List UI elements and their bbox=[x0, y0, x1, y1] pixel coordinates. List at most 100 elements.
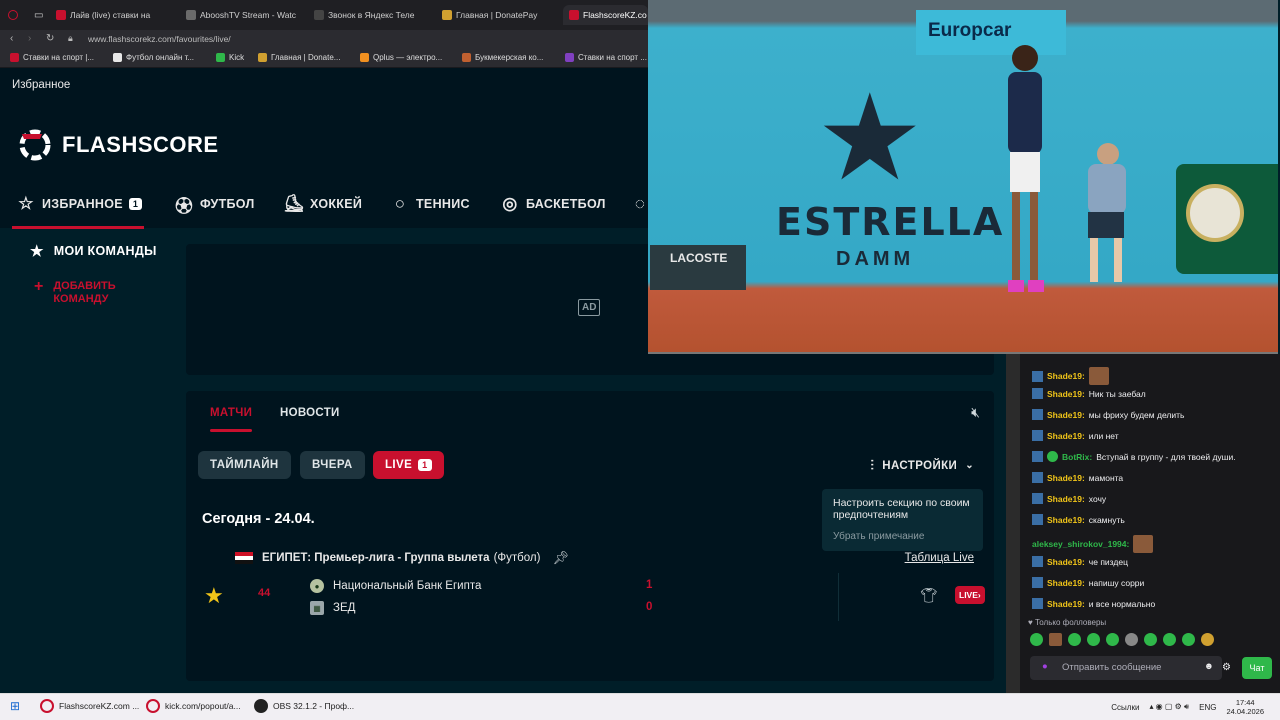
stream-video[interactable]: Europcar ★ ESTRELLA DAMM LACOSTE bbox=[648, 0, 1278, 354]
favorite-star-icon[interactable]: ★ bbox=[204, 583, 224, 609]
my-teams-heading[interactable]: ★ МОИ КОМАНДЫ bbox=[30, 242, 157, 260]
date-heading: Сегодня - 24.04. bbox=[202, 511, 315, 527]
away-score: 0 bbox=[646, 601, 653, 613]
browser-tab[interactable]: Лайв (live) ставки на bbox=[56, 5, 168, 25]
emote-icon[interactable] bbox=[1163, 633, 1176, 646]
emote-icon[interactable] bbox=[1144, 633, 1157, 646]
dismiss-tooltip-link[interactable]: Убрать примечание bbox=[833, 531, 972, 542]
mute-icon[interactable]: 🔇︎ bbox=[971, 404, 980, 421]
favicon-icon bbox=[569, 10, 579, 20]
league-sport: (Футбол) bbox=[493, 552, 541, 564]
taskbar-item[interactable]: kick.com/popout/a... bbox=[146, 699, 241, 713]
sponsor-board: DAMM bbox=[836, 248, 915, 270]
lock-icon: 🔒︎ bbox=[68, 33, 73, 43]
nav-football[interactable]: ⚽︎ ФУТБОЛ bbox=[174, 194, 255, 216]
chat-send-button[interactable]: Чат bbox=[1242, 657, 1272, 679]
badge-icon bbox=[1032, 409, 1043, 420]
bookmark-item[interactable]: Ставки на спорт ... bbox=[565, 53, 648, 62]
url-field[interactable]: www.flashscorekz.com/favourites/live/ bbox=[88, 34, 231, 44]
bookmark-item[interactable]: Букмекерская ко... bbox=[462, 53, 543, 62]
star-logo: ★ bbox=[816, 71, 924, 205]
shirt-icon[interactable]: 👕︎ bbox=[920, 587, 938, 604]
chat-message: Shade19: bbox=[1032, 367, 1109, 385]
settings-gear-icon[interactable]: ⚙︎ bbox=[1222, 662, 1231, 673]
reload-icon[interactable]: ↻ bbox=[46, 33, 54, 44]
browser-tab[interactable]: AbooshTV Stream - Watc bbox=[186, 5, 298, 25]
nav-favorites[interactable]: ☆ ИЗБРАННОЕ 1 bbox=[16, 194, 143, 214]
bookmark-item[interactable]: Kick bbox=[216, 53, 244, 62]
emote-icon[interactable] bbox=[1049, 633, 1062, 646]
bookmark-item[interactable]: Qplus — электро... bbox=[360, 53, 442, 62]
live-button[interactable]: LIVE › bbox=[955, 586, 985, 604]
emote-icon[interactable] bbox=[1201, 633, 1214, 646]
chat-message: Shade19: мамонта bbox=[1032, 472, 1123, 483]
chat-message: Shade19: скамнуть bbox=[1032, 514, 1125, 525]
emoji-icon[interactable]: ☻ bbox=[1204, 661, 1214, 672]
nav-hockey[interactable]: ⛸︎ ХОККЕЙ bbox=[283, 194, 362, 214]
tab-news[interactable]: НОВОСТИ bbox=[280, 407, 340, 419]
back-icon[interactable]: ‹ bbox=[10, 33, 13, 44]
page-scrollbar[interactable] bbox=[1006, 354, 1020, 694]
emote-icon[interactable] bbox=[1106, 633, 1119, 646]
table-live-link[interactable]: Таблица Live bbox=[905, 552, 974, 564]
matches-panel: МАТЧИ НОВОСТИ 🔇︎ ТАЙМЛАЙН ВЧЕРА LIVE 1 ⫶… bbox=[186, 391, 994, 681]
tray-icons[interactable]: ▴ ◉ ▢ ⚙︎ 🔊︎ bbox=[1149, 702, 1189, 712]
tab-list-icon[interactable]: ▭ bbox=[34, 5, 43, 25]
ball-boy bbox=[1088, 143, 1126, 282]
basketball-icon: ◎ bbox=[502, 194, 518, 213]
nav-more-sport[interactable]: ◌ bbox=[630, 194, 650, 214]
sponsor-board: LACOSTE bbox=[650, 245, 746, 290]
emote-icon[interactable] bbox=[1068, 633, 1081, 646]
taskbar-item[interactable]: OBS 32.1.2 - Проф... bbox=[254, 699, 354, 713]
team-crest-icon: ● bbox=[310, 579, 324, 593]
microphone-icon[interactable]: ● bbox=[1042, 661, 1048, 672]
opera-icon bbox=[40, 699, 54, 713]
star-icon: ☆ bbox=[18, 194, 34, 213]
tennis-icon: ○ bbox=[394, 194, 406, 213]
badge-icon bbox=[1032, 514, 1043, 525]
pin-icon[interactable]: 📌︎ bbox=[552, 550, 569, 566]
forward-icon[interactable]: › bbox=[28, 33, 31, 44]
emote-icon bbox=[1133, 535, 1154, 553]
chat-message: Shade19: Ник ты заебал bbox=[1032, 388, 1146, 399]
badge-icon bbox=[1032, 493, 1043, 504]
browser-tab[interactable]: Звонок в Яндекс Теле bbox=[314, 5, 426, 25]
chat-input[interactable]: ● Отправить сообщение ☻ bbox=[1030, 656, 1222, 680]
emote-icon[interactable] bbox=[1087, 633, 1100, 646]
add-team-button[interactable]: + ДОБАВИТЬ КОМАНДУ bbox=[34, 279, 116, 306]
sponsor-board: ESTRELLA bbox=[776, 200, 1005, 244]
browser-tab[interactable]: Главная | DonatePay bbox=[442, 5, 554, 25]
emote-icon[interactable] bbox=[1125, 633, 1138, 646]
bookmark-item[interactable]: Футбол онлайн т... bbox=[113, 53, 194, 62]
filter-yesterday[interactable]: ВЧЕРА bbox=[300, 451, 365, 479]
emote-icon[interactable] bbox=[1030, 633, 1043, 646]
nav-tennis[interactable]: ○ ТЕННИС bbox=[390, 194, 470, 214]
nav-basketball[interactable]: ◎ БАСКЕТБОЛ bbox=[500, 194, 606, 214]
egypt-flag-icon bbox=[235, 552, 253, 564]
settings-button[interactable]: ⫶ НАСТРОЙКИ ⌄ bbox=[870, 457, 974, 474]
browser-tab-active[interactable]: FlashscoreKZ.co bbox=[563, 5, 648, 25]
match-row[interactable]: ★ 44 ● Национальный Банк Египта ▦ ЗЕД 1 … bbox=[198, 573, 985, 621]
browser-menu-icon[interactable] bbox=[8, 5, 18, 25]
flashscore-logo[interactable]: FLASHSCORE bbox=[62, 132, 219, 158]
team-crest-icon: ▦ bbox=[310, 601, 324, 615]
badge-icon bbox=[1032, 577, 1043, 588]
favicon-icon bbox=[216, 53, 225, 62]
favicon-icon bbox=[186, 10, 196, 20]
star-icon: ★ bbox=[30, 243, 44, 260]
system-clock[interactable]: 17:44 24.04.2026 bbox=[1226, 698, 1264, 716]
tab-matches[interactable]: МАТЧИ bbox=[210, 407, 252, 419]
emote-icon[interactable] bbox=[1182, 633, 1195, 646]
windows-start-icon[interactable]: ⊞ bbox=[10, 699, 20, 713]
league-name[interactable]: ЕГИПЕТ: Премьер-лига - Группа вылета bbox=[262, 552, 490, 564]
filter-timeline[interactable]: ТАЙМЛАЙН bbox=[198, 451, 291, 479]
taskbar-item[interactable]: FlashscoreKZ.com ... bbox=[40, 699, 139, 713]
emote-bar bbox=[1030, 633, 1214, 646]
emote-icon bbox=[1088, 367, 1109, 385]
tennis-player bbox=[1008, 45, 1044, 292]
flashscore-logo-icon[interactable] bbox=[18, 128, 52, 162]
chat-message: Shade19: че пиздец bbox=[1032, 556, 1128, 567]
bookmark-item[interactable]: Главная | Donate... bbox=[258, 53, 340, 62]
bookmark-item[interactable]: Ставки на спорт |... bbox=[10, 53, 94, 62]
filter-live[interactable]: LIVE 1 bbox=[373, 451, 444, 479]
